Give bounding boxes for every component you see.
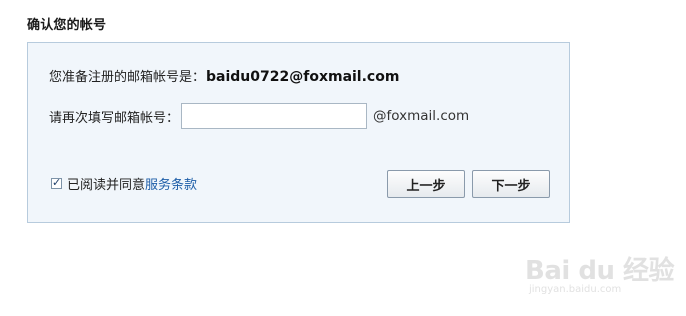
confirm-email-row: 请再次填写邮箱帐号： @foxmail.com xyxy=(49,102,469,130)
registered-email-row: 您准备注册的邮箱帐号是：baidu0722@foxmail.com xyxy=(49,68,399,87)
agree-label: 已阅读并同意 xyxy=(67,178,146,193)
confirm-email-input[interactable] xyxy=(181,103,368,129)
baidu-jingyan-watermark: Bai du 经验 jingyan.baidu.com xyxy=(525,250,675,306)
watermark-url: jingyan.baidu.com xyxy=(529,284,622,295)
agree-checkbox[interactable]: ✓ xyxy=(51,176,62,189)
email-domain-suffix: @foxmail.com xyxy=(373,108,470,124)
agreement-row: ✓ 已阅读并同意 服务条款 xyxy=(51,174,197,193)
previous-step-button[interactable]: 上一步 xyxy=(387,170,465,198)
registered-email-label: 您准备注册的邮箱帐号是： xyxy=(49,70,206,85)
confirm-email-label: 请再次填写邮箱帐号： xyxy=(49,110,180,126)
checkmark-icon: ✓ xyxy=(52,176,62,189)
terms-of-service-link[interactable]: 服务条款 xyxy=(145,174,197,193)
registered-email-value: baidu0722@foxmail.com xyxy=(206,69,400,85)
next-step-button[interactable]: 下一步 xyxy=(472,170,550,198)
page-title: 确认您的帐号 xyxy=(27,18,107,33)
confirm-account-panel: 您准备注册的邮箱帐号是：baidu0722@foxmail.com 请再次填写邮… xyxy=(27,42,570,223)
watermark-logo: Bai du 经验 xyxy=(525,256,675,286)
